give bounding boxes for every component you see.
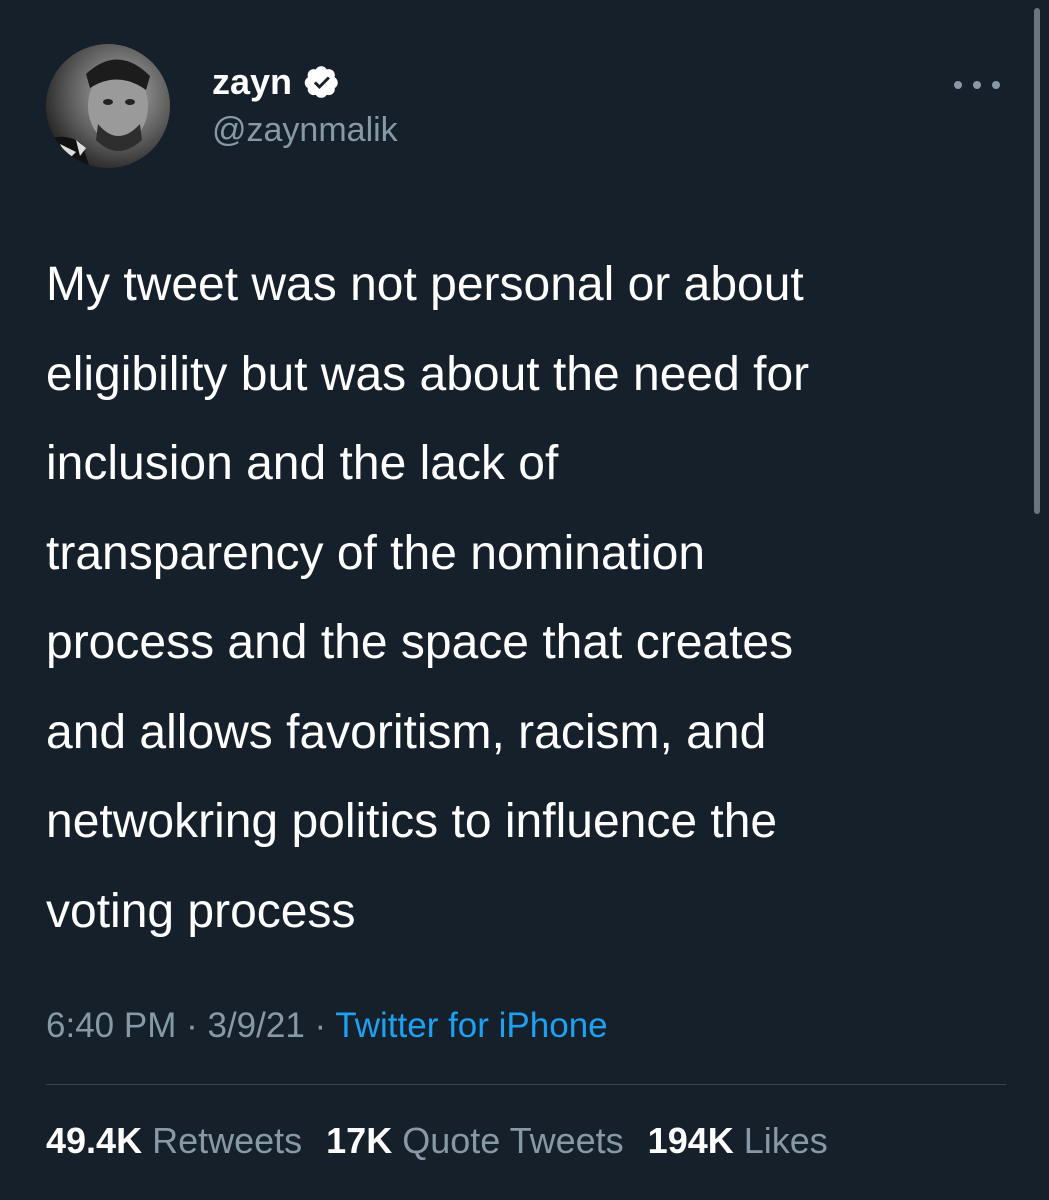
- tweet-text-line: inclusion and the lack of: [46, 437, 559, 490]
- tweet-text-line: voting process: [46, 884, 356, 938]
- tweet-text-line: and allows favoritism, racism, and: [46, 705, 767, 759]
- likes-stat[interactable]: 194K Likes: [648, 1117, 828, 1165]
- tweet-text-line: eligibility but was about the need for: [46, 347, 810, 401]
- verified-badge-icon: [304, 66, 338, 98]
- tweet-text-line: netwokring politics to influence the: [46, 795, 778, 848]
- meta-separator: ·: [186, 1006, 208, 1045]
- display-name[interactable]: zayn: [212, 60, 292, 104]
- retweets-label: Retweets: [152, 1120, 303, 1161]
- profile-photo-icon: [46, 44, 170, 168]
- tweet-date[interactable]: 3/9/21: [207, 1006, 304, 1045]
- more-dot: [973, 81, 981, 89]
- author-name-row[interactable]: zayn: [212, 60, 340, 104]
- tweet-meta: 6:40 PM · 3/9/21 · Twitter for iPhone: [46, 1002, 608, 1050]
- quote-tweets-stat[interactable]: 17K Quote Tweets: [326, 1117, 624, 1165]
- retweets-stat[interactable]: 49.4K Retweets: [46, 1117, 302, 1165]
- quote-tweets-label: Quote Tweets: [402, 1120, 624, 1161]
- user-handle[interactable]: @zaynmalik: [212, 108, 398, 152]
- divider: [46, 1084, 1006, 1085]
- likes-count: 194K: [647, 1120, 734, 1161]
- retweets-count: 49.4K: [46, 1120, 143, 1161]
- likes-label: Likes: [743, 1120, 828, 1161]
- tweet-stats: 49.4K Retweets 17K Quote Tweets 194K Likes: [46, 1117, 852, 1165]
- tweet-time[interactable]: 6:40 PM: [46, 1006, 176, 1045]
- scrollbar[interactable]: [1034, 8, 1040, 514]
- tweet-source-link[interactable]: Twitter for iPhone: [335, 1006, 607, 1045]
- more-dot: [954, 81, 962, 89]
- avatar[interactable]: [46, 44, 170, 168]
- more-dot: [992, 81, 1000, 89]
- quote-tweets-count: 17K: [326, 1120, 393, 1161]
- tweet-text: My tweet was not personal or about eligi…: [46, 240, 1006, 956]
- tweet-detail: zayn @zaynmalik My tweet was not persona…: [0, 0, 1049, 1200]
- tweet-text-line: transparency of the nomination: [46, 526, 706, 580]
- more-options-icon[interactable]: [954, 78, 1000, 92]
- tweet-text-line: process and the space that creates: [46, 616, 794, 669]
- meta-separator: ·: [314, 1006, 336, 1045]
- tweet-text-line: My tweet was not personal or about: [46, 258, 804, 311]
